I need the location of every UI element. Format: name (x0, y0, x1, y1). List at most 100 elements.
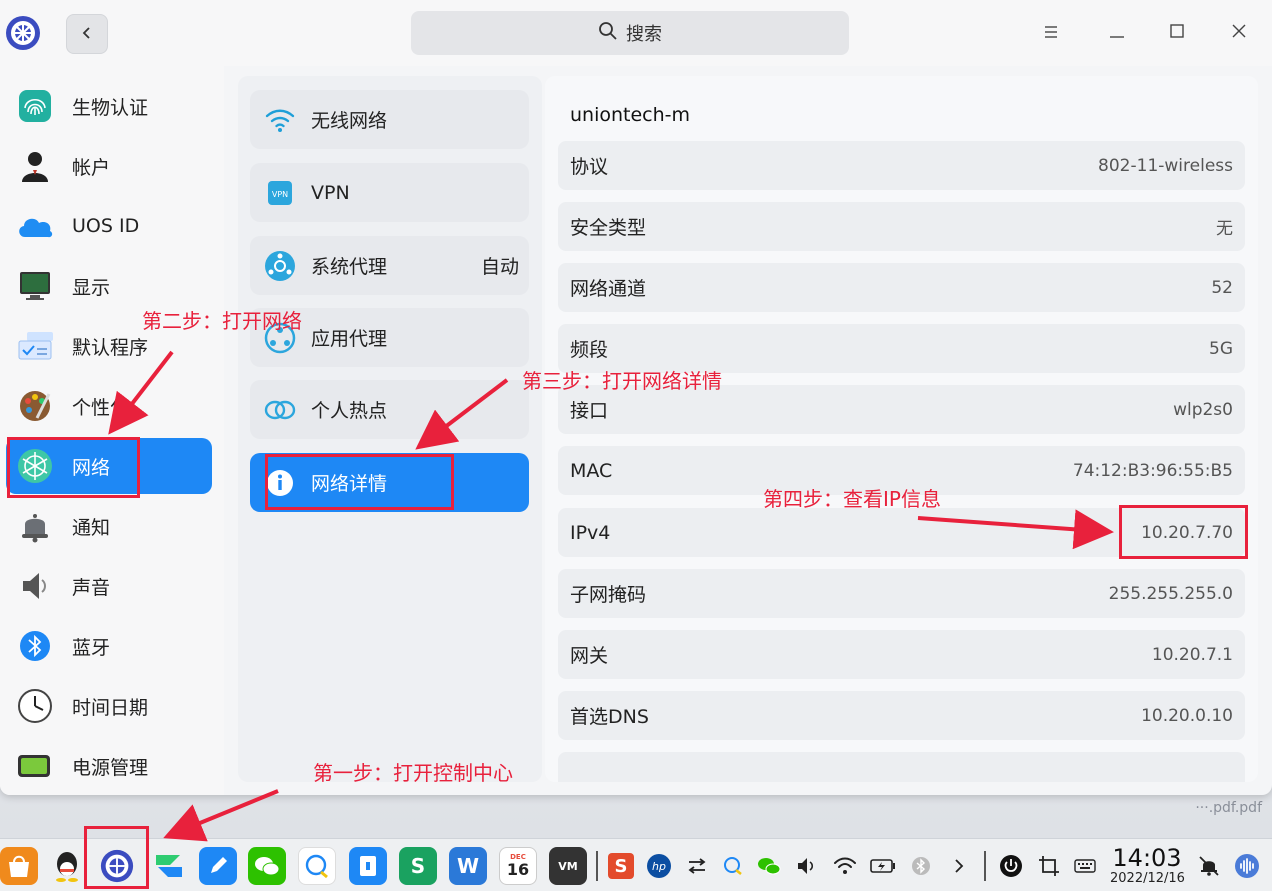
detail-row-netmask: 子网掩码 255.255.255.0 (558, 569, 1245, 618)
sidebar-item-power[interactable]: 电源管理 (6, 738, 212, 794)
annotation-step4: 第四步：查看IP信息 (763, 487, 941, 511)
svg-text:hp: hp (652, 860, 666, 873)
back-button[interactable] (66, 14, 108, 54)
wps-writer-icon[interactable]: W (449, 847, 487, 885)
detail-key: 接口 (570, 400, 609, 422)
sidebar-item-label: UOS ID (72, 215, 140, 237)
sidebar-item-notification[interactable]: 通知 (6, 498, 212, 554)
sidebar-item-biometric[interactable]: 生物认证 (6, 78, 212, 134)
network-menu-label: 个人热点 (311, 400, 388, 422)
annotation-box-control-center (84, 826, 149, 889)
network-menu-label: 系统代理 (311, 256, 388, 278)
wps-sheets-icon[interactable]: S (399, 847, 437, 885)
wps-tray-icon[interactable]: S (608, 853, 634, 879)
network-menu-system-proxy[interactable]: 系统代理 自动 (250, 236, 529, 295)
default-apps-icon (14, 325, 56, 367)
system-proxy-icon (263, 249, 297, 283)
wifi-tray-icon[interactable] (832, 853, 858, 879)
detail-key: 频段 (570, 339, 609, 361)
sidebar-item-bluetooth[interactable]: 蓝牙 (6, 618, 212, 674)
wifi-icon (263, 103, 297, 137)
detail-key: 网络通道 (570, 278, 647, 300)
minimize-button[interactable] (1102, 18, 1132, 48)
assistant-icon[interactable] (1234, 853, 1260, 879)
sidebar-item-label: 显示 (72, 276, 111, 299)
chat-tray-icon[interactable] (720, 853, 746, 879)
detail-key: 安全类型 (570, 217, 647, 239)
bluetooth-icon (14, 625, 56, 667)
taskbar: S W DEC 16 VM S hp 14:03 2022/12/16 (0, 838, 1272, 891)
sidebar: 生物认证 帐户 UOS ID 显示 默认程序 个性化 网络 通知 声音 蓝牙 时… (0, 66, 224, 795)
detail-value: 无 (1216, 219, 1233, 239)
menu-button[interactable] (1036, 18, 1066, 48)
battery-tray-icon[interactable] (870, 853, 896, 879)
close-icon (1231, 23, 1247, 44)
detail-value: wlp2s0 (1173, 399, 1233, 420)
file-transfer-icon[interactable] (150, 847, 188, 885)
sidebar-item-label: 个性化 (72, 396, 130, 419)
account-icon (14, 145, 56, 187)
svg-text:VPN: VPN (272, 190, 288, 199)
volume-icon[interactable] (794, 853, 820, 879)
vm-icon[interactable]: VM (549, 847, 587, 885)
titlebar: 搜索 (0, 0, 1272, 66)
network-details-panel: uniontech-m 协议 802-11-wireless 安全类型 无 网络… (545, 76, 1258, 782)
sidebar-item-account[interactable]: 帐户 (6, 138, 212, 194)
detail-value: 5G (1209, 338, 1233, 359)
qq-icon[interactable] (48, 847, 86, 885)
chevron-right-icon[interactable] (946, 853, 972, 879)
detail-value: 255.255.255.0 (1108, 583, 1233, 604)
annotation-step3: 第三步：打开网络详情 (522, 369, 722, 393)
annotation-box-ipv4 (1119, 505, 1248, 559)
bell-icon (14, 505, 56, 547)
keyboard-icon[interactable] (1072, 853, 1098, 879)
transfer-arrows-icon[interactable] (684, 853, 710, 879)
wechat-icon[interactable] (248, 847, 286, 885)
hamburger-icon (1043, 23, 1059, 44)
sidebar-item-label: 电源管理 (72, 756, 149, 779)
notification-mute-icon[interactable] (1196, 853, 1222, 879)
sidebar-item-sound[interactable]: 声音 (6, 558, 212, 614)
network-menu-vpn[interactable]: VPN VPN (250, 163, 529, 222)
clock-date: 2022/12/16 (1110, 871, 1185, 886)
network-menu-label: VPN (311, 181, 350, 204)
close-button[interactable] (1224, 18, 1254, 48)
detail-row-protocol: 协议 802-11-wireless (558, 141, 1245, 190)
sidebar-item-uos-id[interactable]: UOS ID (6, 198, 212, 254)
screenshot-icon[interactable] (1036, 853, 1062, 879)
detail-row-gateway: 网关 10.20.7.1 (558, 630, 1245, 679)
detail-key: 网关 (570, 645, 609, 667)
chat-app-icon[interactable] (298, 847, 336, 885)
network-menu-label: 应用代理 (311, 328, 388, 350)
minimize-icon (1109, 23, 1125, 44)
power-icon[interactable] (998, 853, 1024, 879)
hp-icon[interactable]: hp (646, 853, 672, 879)
detail-row-dns: 首选DNS 10.20.0.10 (558, 691, 1245, 740)
archive-icon[interactable] (349, 847, 387, 885)
detail-value: 10.20.0.10 (1141, 705, 1233, 726)
palette-icon (14, 385, 56, 427)
maximize-button[interactable] (1162, 18, 1192, 48)
vpn-icon: VPN (263, 176, 297, 210)
search-label: 搜索 (626, 24, 662, 45)
clock[interactable]: 14:03 2022/12/16 (1110, 845, 1185, 886)
search-input[interactable]: 搜索 (411, 11, 849, 55)
sidebar-item-personalization[interactable]: 个性化 (6, 378, 212, 434)
speaker-icon (14, 565, 56, 607)
network-menu-label: 无线网络 (311, 110, 388, 132)
chevron-left-icon (80, 25, 94, 44)
sidebar-item-label: 默认程序 (72, 336, 149, 359)
sidebar-item-label: 声音 (72, 576, 111, 599)
sidebar-item-datetime[interactable]: 时间日期 (6, 678, 212, 734)
network-menu-wireless[interactable]: 无线网络 (250, 90, 529, 149)
network-menu-hotspot[interactable]: 个人热点 (250, 380, 529, 439)
bluetooth-tray-icon[interactable] (908, 853, 934, 879)
wechat-tray-icon[interactable] (756, 853, 782, 879)
calendar-icon[interactable]: DEC 16 (499, 847, 537, 885)
detail-row-partial (558, 752, 1245, 782)
notes-icon[interactable] (199, 847, 237, 885)
desktop-file-label[interactable]: ···.pdf.pdf (1195, 800, 1262, 816)
annotation-step1: 第一步：打开控制中心 (313, 761, 513, 785)
calendar-day: 16 (506, 860, 530, 879)
app-store-icon[interactable] (0, 847, 38, 885)
